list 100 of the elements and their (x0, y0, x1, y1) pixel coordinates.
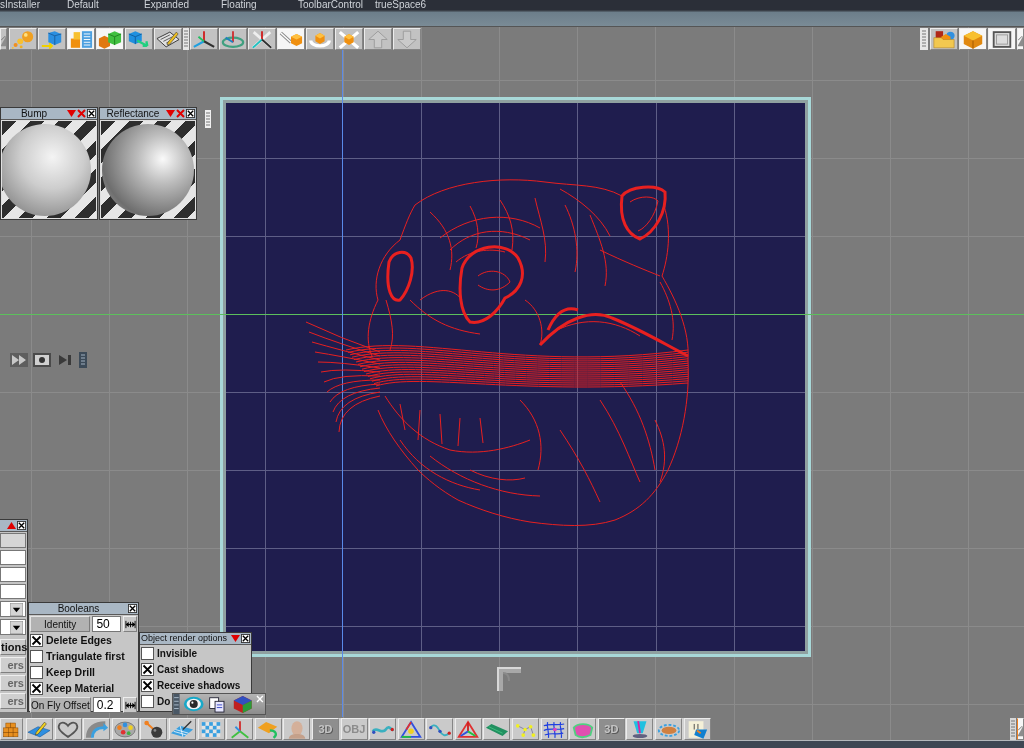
dropdown-field[interactable] (0, 619, 26, 635)
tool-button[interactable] (54, 718, 82, 740)
close-icon[interactable] (17, 521, 26, 530)
cube-move-icon (127, 29, 151, 49)
tool-button[interactable] (540, 718, 568, 740)
close-icon[interactable] (186, 109, 195, 118)
move-cube-icon (279, 29, 303, 49)
square-icon (990, 29, 1014, 49)
pencil-plane-icon (27, 719, 52, 739)
axes-icon (192, 29, 216, 49)
field-label: On Fly Offset (30, 697, 91, 713)
layout-tab[interactable]: sInstaller (0, 0, 67, 10)
palette-icon (113, 719, 138, 739)
double-arrow-icon (124, 618, 136, 630)
scale-axes-icon (250, 29, 274, 49)
dropdown-field[interactable] (0, 601, 26, 617)
layout-tab[interactable]: Floating (221, 0, 298, 10)
checkbox[interactable] (30, 682, 43, 695)
scale-cube-icon (337, 29, 361, 49)
cross-mark-icon (31, 683, 42, 694)
adjust-button[interactable] (123, 697, 137, 713)
checkbox[interactable] (141, 679, 154, 692)
grip-icon[interactable] (79, 352, 87, 368)
checkbox[interactable] (30, 650, 43, 663)
option-label: Cast shadows (157, 663, 225, 676)
tool-button[interactable] (168, 718, 196, 740)
input-field[interactable] (0, 584, 26, 599)
checkbox[interactable] (141, 695, 154, 708)
collapse-icon[interactable] (67, 109, 76, 118)
grip-icon[interactable] (205, 110, 211, 128)
close-icon[interactable] (241, 634, 250, 643)
arrow-up-icon (366, 29, 390, 49)
panel-title: Object render options (141, 633, 229, 644)
grip-icon[interactable] (1010, 718, 1016, 740)
heart-icon (56, 719, 81, 739)
arc-icon (84, 719, 109, 739)
option-label: Keep Material (46, 682, 115, 695)
checker-plane-icon (170, 719, 195, 739)
input-field[interactable] (0, 550, 26, 565)
skip-next-icon[interactable] (56, 353, 74, 367)
layout-tab[interactable]: ToolbarControl (298, 0, 375, 10)
grip-icon[interactable] (173, 694, 180, 714)
caret-icon[interactable] (10, 602, 23, 616)
panel-title: Bump (19, 108, 49, 119)
tool-button[interactable] (930, 28, 958, 50)
close-icon[interactable] (128, 604, 137, 613)
layout-tab[interactable]: Default (67, 0, 144, 10)
grip-icon[interactable] (183, 28, 189, 50)
layout-tab[interactable]: Expanded (144, 0, 221, 10)
color-cube-icon[interactable] (231, 695, 254, 713)
input-field[interactable]: 0.2 (92, 697, 122, 713)
fast-forward-icon[interactable] (10, 353, 28, 367)
tool-button[interactable] (154, 28, 182, 50)
checkbox[interactable] (30, 634, 43, 647)
tool-button[interactable] (248, 28, 276, 50)
panel-button[interactable]: tions (0, 639, 26, 655)
checkbox[interactable] (141, 647, 154, 660)
triangle-icon (399, 719, 424, 739)
option-label: Receive shadows (157, 679, 241, 692)
tool-button[interactable] (988, 28, 1016, 50)
tool-button[interactable] (454, 718, 482, 740)
collapse-icon[interactable] (166, 109, 175, 118)
option-label: Triangulate first (46, 650, 125, 663)
tool-button[interactable] (426, 718, 454, 740)
cross-mark-icon (142, 664, 153, 675)
object-panel-icon (69, 29, 93, 49)
caret-icon[interactable] (10, 620, 23, 634)
adjust-button[interactable] (123, 616, 137, 632)
tool-button[interactable] (397, 718, 425, 740)
eye-icon[interactable] (182, 695, 205, 713)
folder-icon (932, 29, 956, 49)
cubes-icon (98, 29, 122, 49)
double-arrow-icon (124, 699, 136, 711)
layout-tab[interactable]: trueSpace6 (375, 0, 452, 10)
mesh-icon (542, 719, 567, 739)
record-icon[interactable] (33, 353, 51, 367)
spheres-icon (11, 29, 35, 49)
arrow-down-icon (395, 29, 419, 49)
input-field[interactable] (0, 567, 26, 582)
close-icon[interactable] (87, 109, 96, 118)
tool-button[interactable] (125, 28, 153, 50)
panel-title: Reflectance (105, 108, 161, 119)
triangle-axes-icon (456, 719, 481, 739)
pencil-icon (156, 29, 180, 49)
tool-button[interactable] (38, 28, 66, 50)
field-label: Identity (30, 616, 91, 632)
option-label: Keep Drill (46, 666, 95, 679)
rotate-ring-icon (221, 29, 245, 49)
grip-icon[interactable] (920, 28, 928, 50)
cube-icon (961, 29, 985, 49)
panel-title: Booleans (56, 603, 101, 614)
tool-button[interactable] (626, 718, 654, 740)
option-label: Do (157, 695, 171, 708)
cross-mark-icon (31, 635, 42, 646)
checkbox[interactable] (141, 663, 154, 676)
checkbox[interactable] (30, 666, 43, 679)
cube-arrow-icon (40, 29, 64, 49)
input-field[interactable]: 50 (92, 616, 122, 632)
tool-button[interactable] (190, 28, 218, 50)
tool-button[interactable] (140, 718, 168, 740)
